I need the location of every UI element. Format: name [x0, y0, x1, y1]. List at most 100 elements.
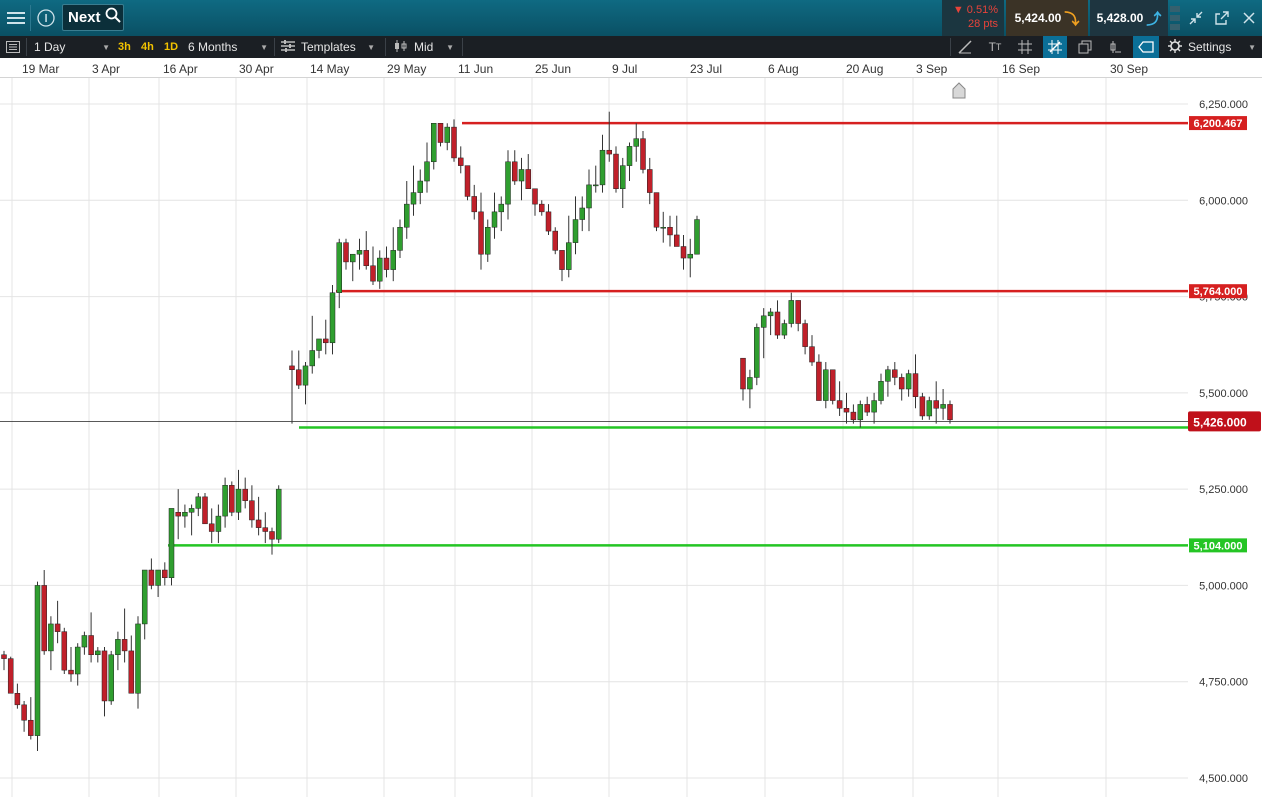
candle-up [572, 219, 579, 243]
candle-up [141, 569, 148, 625]
interval-1d[interactable]: 1D [164, 36, 178, 58]
settings-button[interactable]: Settings ▼ [1168, 36, 1256, 58]
candle-down [552, 230, 558, 251]
interval-3h[interactable]: 3h [118, 36, 131, 58]
menu-icon[interactable] [4, 6, 28, 30]
search-icon[interactable] [105, 7, 121, 28]
price-chart[interactable]: 6,250.0006,000.0005,750.0005,500.0005,25… [0, 78, 1262, 797]
candle-up [498, 203, 504, 213]
info-icon[interactable] [34, 6, 58, 30]
candle-up [48, 623, 54, 652]
chevron-down-icon: ▼ [367, 42, 375, 52]
price-tick-label: 5,000.000 [1199, 580, 1248, 592]
grid-icon[interactable] [1015, 36, 1035, 58]
candle-down [175, 512, 181, 517]
candle-down [121, 639, 128, 652]
candle-down [912, 373, 919, 397]
candle-up [505, 161, 511, 205]
price-type-dropdown[interactable]: Mid ▼ [394, 36, 454, 58]
date-tick-label: 20 Aug [846, 62, 884, 76]
popout-icon[interactable] [1210, 6, 1234, 30]
date-tick-label: 25 Jun [535, 62, 572, 76]
candle-down [512, 161, 518, 182]
candle-up [905, 373, 912, 390]
candle-up [195, 496, 202, 509]
candle-up [115, 639, 121, 656]
candle-up [350, 253, 356, 263]
candle-down [680, 246, 687, 259]
price-change-points: 28 pts [968, 18, 998, 30]
candle-down [471, 196, 477, 213]
price-tick-label: 5,250.000 [1199, 484, 1248, 496]
sell-button[interactable]: 5,424.00 ⤵ [1006, 0, 1088, 36]
candle-down [7, 658, 14, 694]
price-tag-icon[interactable] [1133, 36, 1159, 58]
panel-toggle-icon[interactable] [6, 36, 20, 58]
drag-handle-icon[interactable] [1169, 4, 1181, 32]
candle-down [919, 396, 926, 417]
candle-up [857, 404, 864, 421]
candle-down [370, 265, 376, 282]
candle-up [444, 126, 450, 143]
candle-up [155, 569, 161, 586]
candle-down [162, 569, 168, 578]
interval-dropdown[interactable]: 1 Day ▼ [34, 36, 110, 58]
candle-down [249, 500, 255, 521]
candle-down [242, 488, 248, 501]
candle-down [202, 496, 208, 525]
candle-up [336, 242, 342, 293]
candles [1, 111, 953, 752]
candle-up [275, 488, 282, 540]
interval-4h[interactable]: 4h [141, 36, 154, 58]
price-axis: 6,250.0006,000.0005,750.0005,500.0005,25… [1188, 78, 1262, 797]
close-icon[interactable] [1237, 6, 1261, 30]
range-value: 6 Months [188, 40, 238, 54]
candle-down [795, 300, 801, 324]
price-tick-label: 4,750.000 [1199, 677, 1248, 689]
candle-up [626, 146, 633, 166]
chevron-down-icon: ▼ [446, 42, 454, 52]
date-tick-label: 3 Sep [916, 62, 948, 76]
candle-up [302, 365, 309, 386]
candle-down [836, 400, 843, 409]
candle-up [309, 350, 315, 367]
templates-dropdown[interactable]: Templates ▼ [281, 36, 375, 58]
candle-down [343, 242, 349, 263]
level-label: 5,104.000 [1194, 540, 1243, 552]
chevron-down-icon: ▼ [1248, 42, 1256, 52]
candle-down [88, 635, 94, 656]
candle-down [864, 404, 870, 413]
divider [30, 5, 31, 31]
price-tick-label: 6,250.000 [1199, 99, 1248, 111]
candle-up [694, 219, 700, 255]
candle-up [410, 192, 417, 205]
candle-down [208, 523, 215, 532]
sell-arrow-icon: ⤵ [1064, 10, 1080, 28]
indicator-icon[interactable] [1105, 36, 1125, 58]
date-tick-label: 6 Aug [768, 62, 799, 76]
drawing-tool-icon[interactable] [956, 36, 974, 58]
templates-icon [281, 39, 295, 55]
event-marker-icon[interactable] [952, 82, 966, 99]
candle-down [148, 569, 155, 586]
instrument-search-field[interactable]: Next [62, 4, 124, 31]
layers-icon[interactable] [1075, 36, 1095, 58]
candle-up [235, 488, 242, 513]
candle-up [404, 203, 410, 228]
instrument-name: Next [68, 9, 101, 26]
date-tick-label: 14 May [310, 62, 350, 76]
minimize-icon[interactable] [1184, 6, 1208, 30]
candle-down [478, 211, 484, 255]
candle-down [539, 203, 545, 213]
crosshair-icon[interactable] [1043, 36, 1067, 58]
candle-up [940, 404, 946, 409]
candle-down [545, 211, 552, 232]
candle-up [491, 211, 498, 228]
range-dropdown[interactable]: 6 Months ▼ [188, 36, 268, 58]
text-tool-icon[interactable]: TT [985, 36, 1005, 58]
candle-up [620, 165, 626, 189]
candle-down [451, 126, 457, 159]
candle-down [850, 411, 857, 421]
price-tick-label: 6,000.000 [1199, 195, 1248, 207]
buy-button[interactable]: 5,428.00 ⤴ [1090, 0, 1168, 36]
